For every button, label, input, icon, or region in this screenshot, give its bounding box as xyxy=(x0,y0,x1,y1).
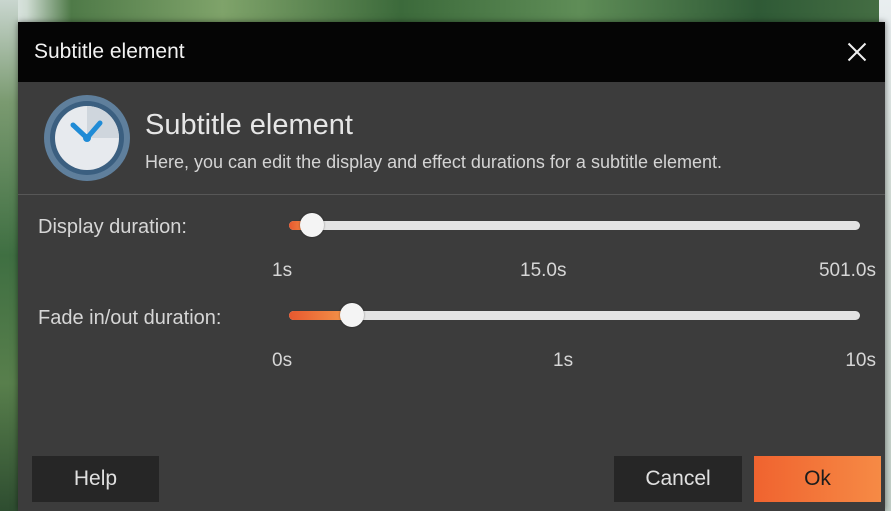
help-button[interactable]: Help xyxy=(32,456,159,502)
fade-duration-thumb[interactable] xyxy=(339,303,364,327)
header-description: Here, you can edit the display and effec… xyxy=(145,152,723,172)
clock-icon xyxy=(44,95,130,181)
fade-duration-track[interactable] xyxy=(289,311,860,320)
close-icon[interactable] xyxy=(825,22,885,82)
subtitle-element-dialog: Subtitle element Subtitle element Here, … xyxy=(18,22,885,511)
window-title: Subtitle element xyxy=(34,40,185,63)
display-duration-thumb[interactable] xyxy=(299,213,324,237)
display-duration-max-tick: 501.0s xyxy=(818,260,876,281)
title-bar: Subtitle element xyxy=(18,22,885,82)
header-title: Subtitle element xyxy=(145,109,353,141)
display-duration-min-tick: 1s xyxy=(272,260,293,281)
fade-duration-label: Fade in/out duration: xyxy=(38,307,222,329)
header-divider xyxy=(18,194,885,195)
desktop-background-top xyxy=(0,0,891,22)
desktop-background-left xyxy=(0,0,18,511)
display-duration-mid-tick: 15.0s xyxy=(520,260,567,281)
fade-duration-mid-tick: 1s xyxy=(553,350,574,371)
display-duration-track[interactable] xyxy=(289,221,860,230)
display-duration-label: Display duration: xyxy=(38,216,187,238)
ok-button[interactable]: Ok xyxy=(754,456,881,502)
cancel-button[interactable]: Cancel xyxy=(614,456,742,502)
fade-duration-min-tick: 0s xyxy=(272,350,293,371)
fade-duration-max-tick: 10s xyxy=(845,350,876,371)
